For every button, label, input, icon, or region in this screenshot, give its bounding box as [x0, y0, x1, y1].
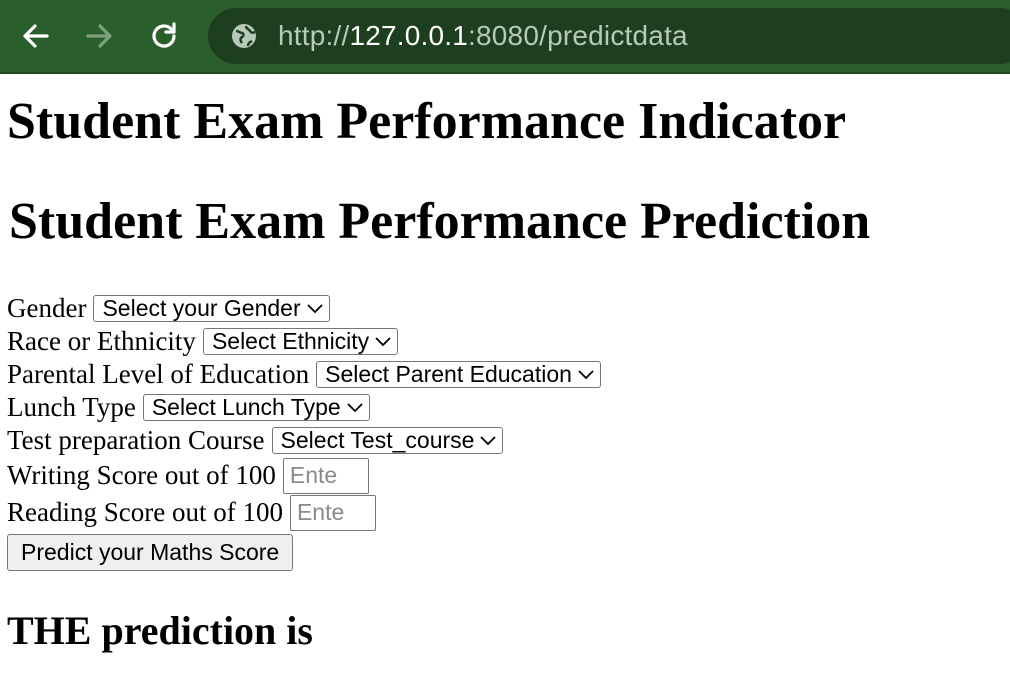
globe-icon[interactable] — [230, 22, 258, 50]
ethnicity-row: Race or Ethnicity Select Ethnicity — [7, 325, 1010, 358]
writing-score-input[interactable] — [282, 457, 369, 494]
page-content: Student Exam Performance Indicator Stude… — [0, 96, 1010, 651]
gender-select[interactable]: Select your Gender — [93, 295, 330, 322]
gender-row: Gender Select your Gender — [7, 292, 1010, 325]
predict-button[interactable]: Predict your Maths Score — [7, 534, 294, 571]
forward-arrow-icon[interactable] — [80, 17, 118, 55]
reading-score-label: Reading Score out of 100 — [7, 497, 283, 527]
test-course-label: Test preparation Course — [7, 425, 265, 455]
reading-row: Reading Score out of 100 — [7, 494, 1010, 531]
chevron-down-icon — [347, 402, 363, 413]
chevron-down-icon — [480, 435, 497, 446]
gender-label: Gender — [7, 293, 87, 323]
back-arrow-icon[interactable] — [17, 17, 55, 55]
writing-score-label: Writing Score out of 100 — [7, 460, 276, 490]
lunch-select[interactable]: Select Lunch Type — [142, 394, 370, 421]
form-title: Student Exam Performance Prediction — [9, 193, 871, 250]
prediction-form: Gender Select your Gender Race or Ethnic… — [7, 292, 1010, 571]
chevron-down-icon — [307, 303, 323, 314]
reload-icon[interactable] — [145, 17, 183, 55]
browser-toolbar: http://127.0.0.1:8080/predictdata — [0, 0, 1010, 74]
parent-education-row: Parental Level of Education Select Paren… — [7, 358, 1010, 391]
lunch-row: Lunch Type Select Lunch Type — [7, 391, 1010, 424]
reading-score-input[interactable] — [289, 494, 376, 531]
parent-education-label: Parental Level of Education — [7, 359, 310, 389]
url-text: http://127.0.0.1:8080/predictdata — [278, 20, 688, 51]
writing-row: Writing Score out of 100 — [7, 457, 1010, 494]
test-course-row: Test preparation Course Select Test_cour… — [7, 424, 1010, 457]
ethnicity-select[interactable]: Select Ethnicity — [202, 328, 399, 355]
prediction-result-heading: THE prediction is — [7, 608, 313, 653]
test-course-select[interactable]: Select Test_course — [271, 427, 504, 454]
chevron-down-icon — [375, 336, 391, 347]
chevron-down-icon — [578, 369, 594, 380]
lunch-label: Lunch Type — [7, 392, 136, 422]
parent-education-select[interactable]: Select Parent Education — [316, 361, 601, 388]
page-title: Student Exam Performance Indicator — [7, 93, 847, 150]
ethnicity-label: Race or Ethnicity — [7, 326, 196, 356]
address-bar[interactable]: http://127.0.0.1:8080/predictdata — [208, 8, 1010, 64]
